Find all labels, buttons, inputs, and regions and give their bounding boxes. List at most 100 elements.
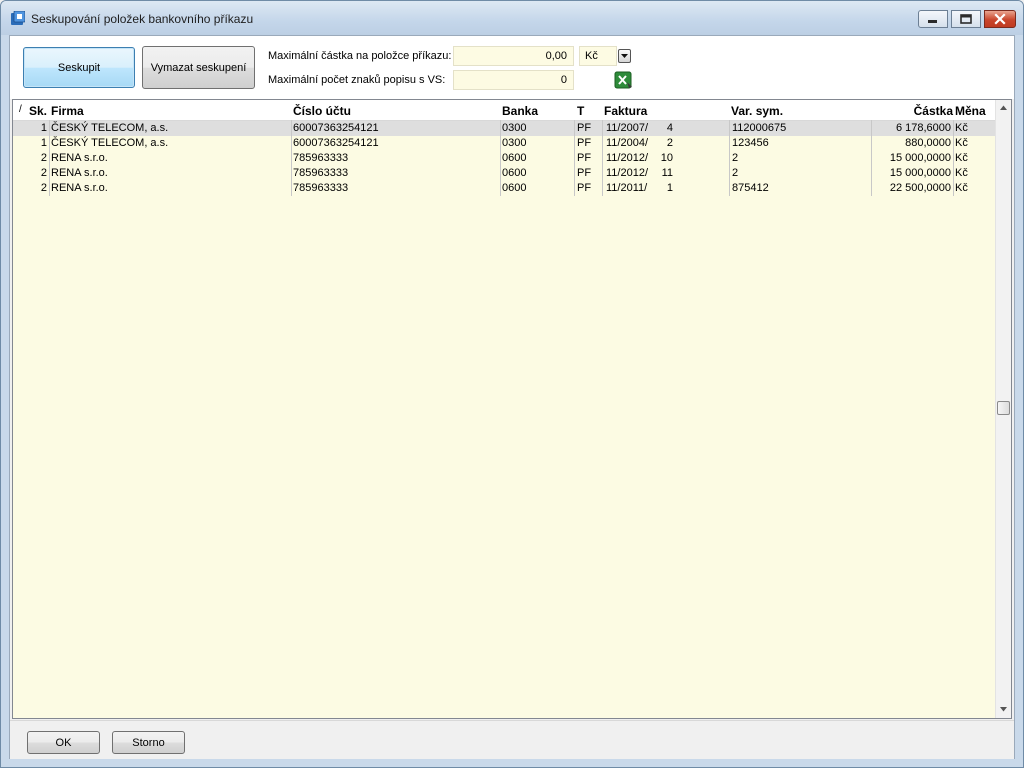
excel-export-button[interactable] — [614, 70, 634, 90]
excel-export-icon — [614, 71, 632, 89]
ok-button[interactable]: OK — [27, 731, 100, 754]
sort-indicator-icon: / — [19, 104, 22, 115]
cell-invoice-period: 11/2007/ — [606, 122, 649, 134]
cell-firma: ČESKÝ TELECOM, a.s. — [51, 137, 169, 149]
table-row[interactable]: 2 RENA s.r.o. 785963333 0600 PF 11/2012/11 2 15… — [13, 166, 995, 181]
close-icon — [994, 13, 1006, 25]
table-row[interactable]: 2 RENA s.r.o. 785963333 0600 PF 11/2011/1 8754… — [13, 181, 995, 196]
cell-firma: RENA s.r.o. — [51, 182, 108, 194]
title-bar[interactable]: Seskupování položek bankovního příkazu — [1, 1, 1023, 35]
column-account[interactable]: Číslo účtu — [293, 100, 351, 120]
cell-type: PF — [577, 122, 592, 134]
cell-invoice-number: 1 — [666, 182, 673, 194]
cell-sk: 2 — [40, 167, 47, 179]
cell-currency: Kč — [955, 152, 968, 164]
scrollbar-thumb[interactable] — [997, 401, 1010, 415]
column-invoice[interactable]: Faktura — [604, 100, 647, 120]
column-type[interactable]: T — [577, 100, 584, 120]
column-divider — [49, 120, 50, 196]
cell-amount: 22 500,0000 — [889, 182, 951, 194]
cell-type: PF — [577, 167, 592, 179]
max-chars-label: Maximální počet znaků popisu s VS: — [268, 74, 446, 86]
column-divider — [602, 120, 603, 196]
column-divider — [871, 120, 872, 196]
cell-type: PF — [577, 182, 592, 194]
cell-variable-symbol: 123456 — [732, 137, 769, 149]
vertical-scrollbar[interactable] — [995, 100, 1011, 718]
column-bank[interactable]: Banka — [502, 100, 538, 120]
cell-account: 60007363254121 — [293, 122, 379, 134]
max-amount-input[interactable]: 0,00 — [453, 46, 574, 66]
cell-invoice-number: 2 — [666, 137, 673, 149]
cell-variable-symbol: 875412 — [732, 182, 769, 194]
cell-currency: Kč — [955, 122, 968, 134]
minimize-button[interactable] — [918, 10, 948, 28]
scroll-down-icon[interactable] — [999, 706, 1008, 713]
cell-amount: 880,0000 — [905, 137, 951, 149]
cell-invoice-number: 4 — [666, 122, 673, 134]
cell-bank: 0300 — [502, 122, 527, 134]
max-amount-label: Maximální částka na položce příkazu: — [268, 50, 452, 62]
maximize-button[interactable] — [951, 10, 981, 28]
column-amount[interactable]: Částka — [873, 100, 953, 120]
grid-header: / Sk. Firma Číslo účtu Banka T Faktura V… — [13, 100, 995, 121]
cell-bank: 0600 — [502, 167, 527, 179]
column-divider — [953, 120, 954, 196]
cell-currency: Kč — [955, 167, 968, 179]
cancel-button[interactable]: Storno — [112, 731, 185, 754]
items-grid[interactable]: / Sk. Firma Číslo účtu Banka T Faktura V… — [12, 99, 1012, 719]
cell-invoice-number: 11 — [661, 167, 673, 179]
column-variable-symbol[interactable]: Var. sym. — [731, 100, 783, 120]
cell-variable-symbol: 2 — [732, 152, 739, 164]
cell-variable-symbol: 112000675 — [732, 122, 787, 134]
cell-firma: ČESKÝ TELECOM, a.s. — [51, 122, 169, 134]
cell-account: 785963333 — [293, 152, 349, 164]
cell-sk: 2 — [40, 152, 47, 164]
minimize-icon — [928, 20, 937, 23]
table-row[interactable]: 2 RENA s.r.o. 785963333 0600 PF 11/2012/10 2 15… — [13, 151, 995, 166]
cell-bank: 0300 — [502, 137, 527, 149]
cell-variable-symbol: 2 — [732, 167, 739, 179]
dialog-footer: OK Storno — [10, 720, 1014, 759]
cell-amount: 15 000,0000 — [889, 167, 951, 179]
chevron-down-icon — [621, 54, 628, 58]
cell-currency: Kč — [955, 182, 968, 194]
cell-invoice-number: 10 — [660, 152, 673, 164]
table-row[interactable]: 1 ČESKÝ TELECOM, a.s. 60007363254121 0300 PF… — [13, 121, 995, 136]
group-button[interactable]: Seskupit — [23, 47, 135, 88]
column-divider — [291, 120, 292, 196]
currency-select[interactable]: Kč — [579, 46, 617, 66]
cell-bank: 0600 — [502, 182, 527, 194]
cell-firma: RENA s.r.o. — [51, 167, 108, 179]
cell-bank: 0600 — [502, 152, 527, 164]
scroll-up-icon[interactable] — [999, 104, 1008, 111]
cell-sk: 1 — [40, 122, 47, 134]
column-firma[interactable]: Firma — [51, 100, 84, 120]
cell-type: PF — [577, 137, 592, 149]
clear-grouping-button[interactable]: Vymazat seskupení — [142, 46, 255, 89]
currency-value: Kč — [585, 50, 598, 62]
max-chars-input[interactable]: 0 — [453, 70, 574, 90]
dialog-window: Seskupování položek bankovního příkazu S… — [0, 0, 1024, 768]
cell-amount: 6 178,6000 — [895, 122, 951, 134]
cell-invoice-period: 11/2011/ — [606, 182, 648, 194]
cell-amount: 15 000,0000 — [889, 152, 951, 164]
cell-currency: Kč — [955, 137, 968, 149]
window-title: Seskupování položek bankovního příkazu — [31, 12, 254, 26]
column-divider — [500, 120, 501, 196]
column-sk[interactable]: Sk. — [29, 100, 47, 120]
cell-invoice-period: 11/2012/ — [606, 167, 649, 179]
column-divider — [574, 120, 575, 196]
cell-sk: 1 — [40, 137, 47, 149]
table-row[interactable]: 1 ČESKÝ TELECOM, a.s. 60007363254121 0300 PF… — [13, 136, 995, 151]
cell-invoice-period: 11/2004/ — [606, 137, 649, 149]
currency-dropdown-button[interactable] — [618, 49, 631, 63]
dialog-content: Seskupit Vymazat seskupení Maximální čás… — [9, 35, 1015, 759]
cell-account: 60007363254121 — [293, 137, 379, 149]
column-divider — [729, 120, 730, 196]
cell-invoice-period: 11/2012/ — [606, 152, 649, 164]
cell-account: 785963333 — [293, 167, 349, 179]
column-currency[interactable]: Měna — [955, 100, 986, 120]
toolbar: Seskupit Vymazat seskupení Maximální čás… — [10, 36, 1014, 99]
close-button[interactable] — [984, 10, 1016, 28]
